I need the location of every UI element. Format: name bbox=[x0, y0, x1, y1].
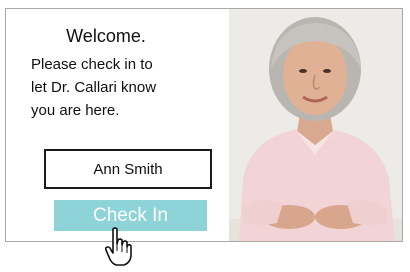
welcome-title: Welcome. bbox=[66, 26, 146, 46]
instruction-line-2: let Dr. Callari know bbox=[31, 79, 157, 96]
hand-pointer-icon bbox=[104, 226, 132, 266]
check-in-button-label: Check In bbox=[93, 204, 168, 226]
instruction-line-3: you are here. bbox=[31, 102, 120, 119]
patient-photo bbox=[229, 9, 402, 241]
checkin-kiosk: Welcome. Please check in to let Dr. Call… bbox=[5, 8, 403, 242]
checkin-instructions: Please check in to let Dr. Callari know … bbox=[31, 53, 211, 122]
checkin-panel: Welcome. Please check in to let Dr. Call… bbox=[6, 9, 229, 241]
patient-name-value: Ann Smith bbox=[93, 160, 163, 178]
instruction-line-1: Please check in to bbox=[31, 56, 153, 73]
patient-name-field[interactable]: Ann Smith bbox=[44, 149, 212, 189]
